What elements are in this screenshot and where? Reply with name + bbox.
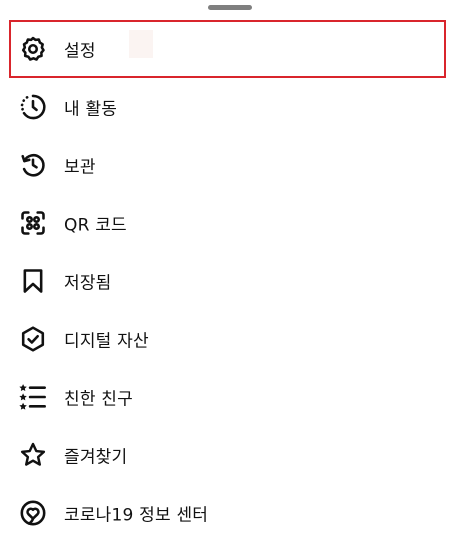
menu-item-label: 코로나19 정보 센터 — [64, 505, 209, 526]
favorites-star-icon — [19, 441, 47, 469]
drag-handle[interactable] — [208, 5, 252, 10]
menu-item-label: 설정 — [64, 41, 96, 62]
menu-item-label: 저장됨 — [64, 273, 112, 294]
archive-history-icon — [19, 151, 47, 179]
menu-item-settings[interactable]: 설정 — [9, 20, 446, 78]
menu-item-label: 즐겨찾기 — [64, 447, 128, 468]
menu-item-label: 보관 — [64, 157, 96, 178]
menu-item-label: 디지털 자산 — [64, 331, 149, 352]
bookmark-icon — [19, 267, 47, 295]
close-friends-list-icon — [19, 383, 47, 411]
menu-item-label: 친한 친구 — [64, 389, 133, 410]
menu-item-your-activity[interactable]: 내 활동 — [0, 78, 456, 136]
menu-item-qr-code[interactable]: QR 코드 — [0, 194, 456, 252]
highlight-artifact — [129, 30, 153, 58]
bottom-sheet-menu: 설정 내 활동 보관 QR 코드 저장됨 디지털 자산 친한 친구 즐겨찾기 코… — [0, 0, 456, 539]
menu-item-covid-info-center[interactable]: 코로나19 정보 센터 — [0, 484, 456, 542]
activity-clock-icon — [19, 93, 47, 121]
menu-item-favorites[interactable]: 즐겨찾기 — [0, 426, 456, 484]
menu-item-digital-collectibles[interactable]: 디지털 자산 — [0, 310, 456, 368]
menu-item-close-friends[interactable]: 친한 친구 — [0, 368, 456, 426]
menu-list: 설정 내 활동 보관 QR 코드 저장됨 디지털 자산 친한 친구 즐겨찾기 코… — [0, 20, 456, 542]
settings-gear-icon — [19, 35, 47, 63]
menu-item-label: 내 활동 — [64, 99, 118, 120]
menu-item-saved[interactable]: 저장됨 — [0, 252, 456, 310]
menu-item-archive[interactable]: 보관 — [0, 136, 456, 194]
qr-code-icon — [19, 209, 47, 237]
covid-heart-icon — [19, 499, 47, 527]
digital-collectibles-hex-icon — [19, 325, 47, 353]
menu-item-label: QR 코드 — [64, 215, 127, 236]
